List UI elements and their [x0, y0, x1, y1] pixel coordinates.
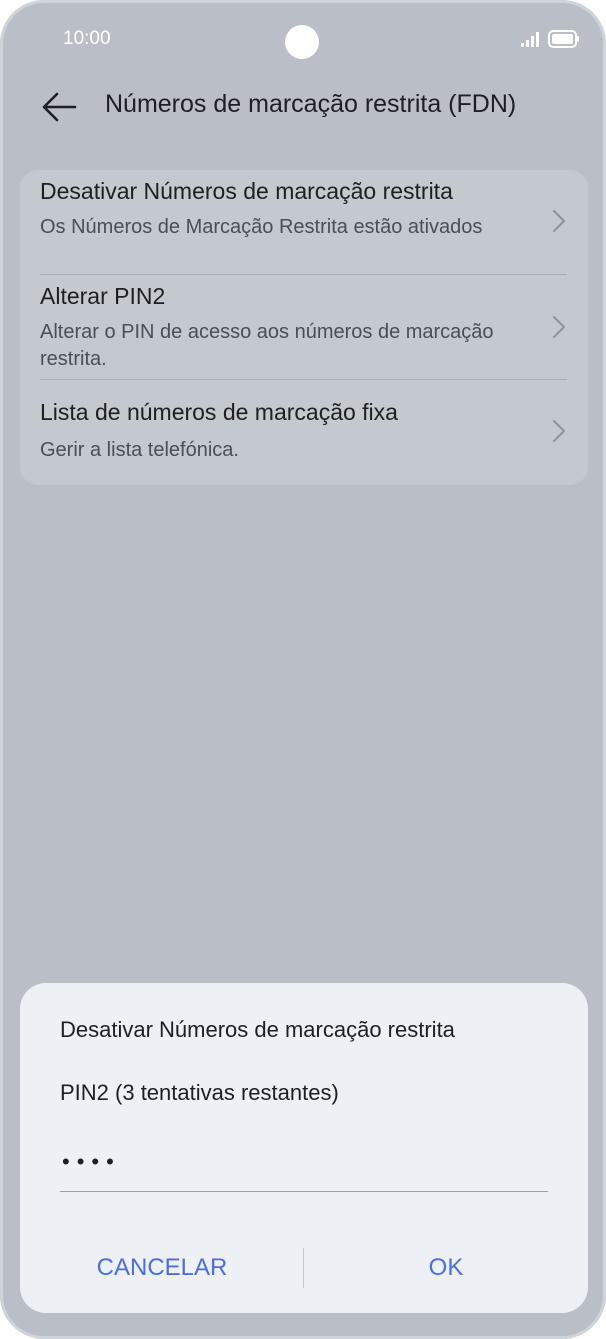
dialog-title: Desativar Números de marcação restrita [60, 1017, 455, 1042]
pin-value: •••• [62, 1149, 121, 1174]
setting-item-fixed-dialing-list[interactable]: Lista de números de marcação fixa Gerir … [20, 380, 588, 485]
page-title: Números de marcação restrita (FDN) [105, 90, 517, 118]
setting-item-disable-fdn[interactable]: Desativar Números de marcação restrita O… [20, 170, 588, 274]
setting-subtitle: Os Números de Marcação Restrita estão at… [40, 216, 483, 238]
setting-subtitle: Gerir a lista telefónica. [40, 439, 239, 461]
chevron-right-icon [553, 316, 565, 338]
back-button[interactable] [36, 84, 82, 130]
setting-title: Alterar PIN2 [40, 283, 166, 309]
setting-subtitle: Alterar o PIN de acesso aos números de m… [40, 321, 494, 370]
app-header: Números de marcação restrita (FDN) [0, 80, 606, 140]
chevron-right-icon [553, 420, 565, 442]
status-time: 10:00 [63, 28, 111, 49]
setting-title: Desativar Números de marcação restrita [40, 178, 453, 204]
battery-icon [548, 30, 579, 48]
signal-icon [521, 32, 539, 47]
phone-screen: 10:00 Números de marcação restrita (FDN)… [0, 0, 606, 1339]
cancel-button[interactable]: CANCELAR [20, 1238, 304, 1298]
status-bar: 10:00 [0, 0, 606, 80]
setting-title: Lista de números de marcação fixa [40, 399, 398, 425]
pin2-dialog: Desativar Números de marcação restrita P… [20, 983, 588, 1313]
chevron-right-icon [553, 210, 565, 232]
settings-list: Desativar Números de marcação restrita O… [20, 170, 588, 485]
ok-button[interactable]: OK [304, 1238, 588, 1298]
setting-item-change-pin2[interactable]: Alterar PIN2 Alterar o PIN de acesso aos… [20, 275, 588, 379]
camera-icon [285, 25, 319, 59]
back-arrow-icon [42, 92, 77, 122]
pin-input[interactable] [60, 1135, 548, 1192]
pin-label: PIN2 (3 tentativas restantes) [60, 1080, 339, 1105]
